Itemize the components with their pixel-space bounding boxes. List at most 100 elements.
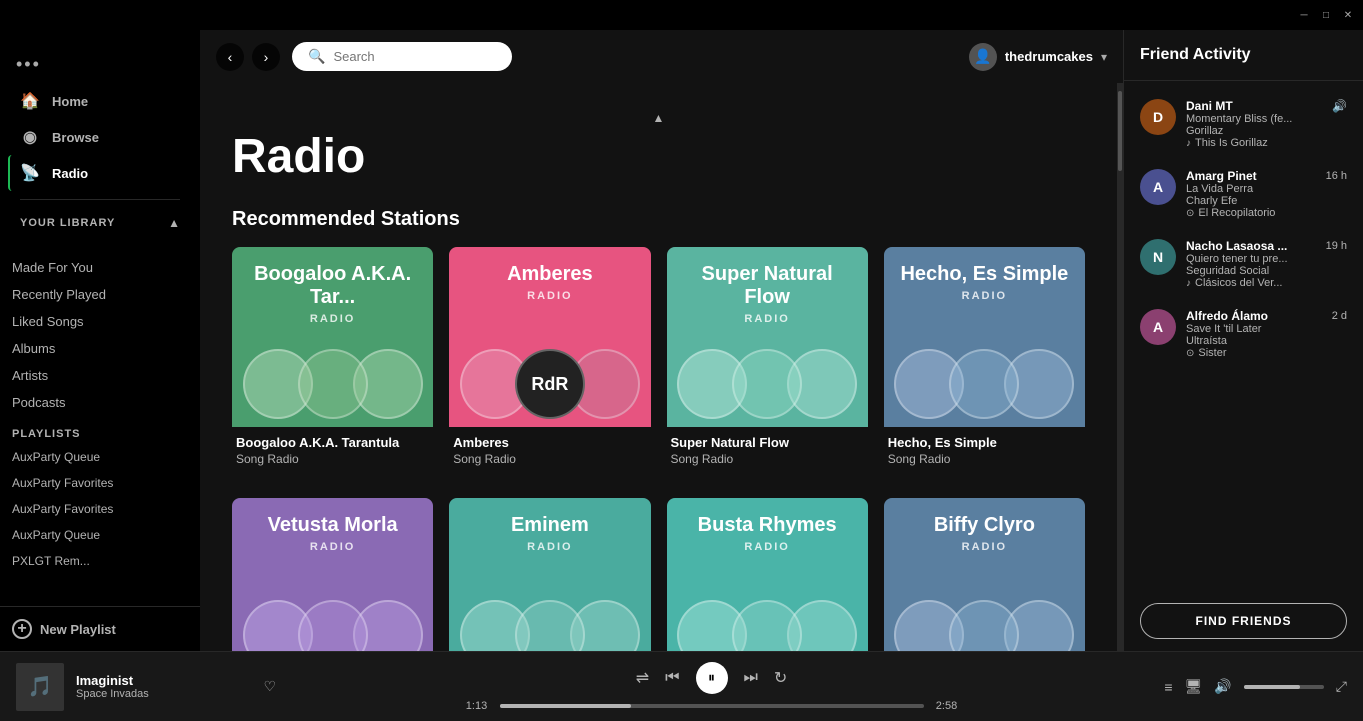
friend-playlist-text-0: This Is Gorillaz bbox=[1195, 137, 1268, 149]
station-card-7[interactable]: Biffy Clyro RADIO Biffy Clyro Song bbox=[884, 498, 1085, 651]
sidebar-item-liked-songs[interactable]: Liked Songs bbox=[0, 308, 200, 335]
title-bar-controls: ─ □ ✕ bbox=[1297, 8, 1355, 22]
station-art-1: Amberes RADIO RdR bbox=[449, 247, 650, 427]
next-button[interactable]: ⏭ bbox=[744, 669, 758, 687]
friend-song-3: Save It 'til Later bbox=[1186, 323, 1347, 335]
station-info-2: Super Natural Flow Song Radio bbox=[667, 427, 868, 474]
friend-name-1: Amarg Pinet bbox=[1186, 169, 1257, 183]
friend-info-1: Amarg Pinet 16 h La Vida Perra Charly Ef… bbox=[1186, 169, 1347, 219]
scroll-thumb bbox=[1118, 91, 1122, 171]
close-button[interactable]: ✕ bbox=[1341, 8, 1355, 22]
pause-button[interactable]: ⏸ bbox=[696, 662, 728, 694]
sidebar-item-podcasts[interactable]: Podcasts bbox=[0, 389, 200, 416]
friend-time-3: 2 d bbox=[1332, 310, 1347, 322]
main-content: ‹ › 🔍 👤 thedrumcakes ▾ ▲ Radio Recommend… bbox=[200, 30, 1123, 651]
playlist-item-3[interactable]: AuxParty Queue bbox=[0, 522, 200, 548]
friend-info-0: Dani MT 🔊 Momentary Bliss (fe... Gorilla… bbox=[1186, 99, 1347, 149]
nav-home[interactable]: 🏠 Home bbox=[8, 83, 192, 119]
friend-info-2: Nacho Lasaosa ... 19 h Quiero tener tu p… bbox=[1186, 239, 1347, 289]
station-art-2: Super Natural Flow RADIO bbox=[667, 247, 868, 427]
playlist-item-2[interactable]: AuxParty Favorites bbox=[0, 496, 200, 522]
username-label: thedrumcakes bbox=[1005, 49, 1093, 64]
volume-bar[interactable] bbox=[1244, 685, 1324, 689]
sidebar-item-artists[interactable]: Artists bbox=[0, 362, 200, 389]
stations-grid-2: Vetusta Morla RADIO Vetusta Morla bbox=[232, 498, 1085, 651]
queue-button[interactable]: ≡ bbox=[1164, 679, 1172, 695]
friend-panel-title: Friend Activity bbox=[1140, 46, 1251, 64]
sidebar: ••• 🏠 Home ◉ Browse 📡 Radio YOUR LIBRARY… bbox=[0, 30, 200, 651]
station-card-0[interactable]: Boogaloo A.K.A. Tar... RADIO Boogaloo A.… bbox=[232, 247, 433, 474]
friend-playlist-2: ♪ Clásicos del Ver... bbox=[1186, 277, 1347, 289]
friend-name-2: Nacho Lasaosa ... bbox=[1186, 239, 1287, 253]
find-friends-button[interactable]: FIND FRIENDS bbox=[1140, 603, 1347, 639]
friend-artist-1: Charly Efe bbox=[1186, 195, 1347, 207]
friend-artist-3: Ultraísta bbox=[1186, 335, 1347, 347]
nav-browse[interactable]: ◉ Browse bbox=[8, 119, 192, 155]
shuffle-button[interactable]: ⇌ bbox=[636, 668, 649, 688]
station-name-6: Busta Rhymes bbox=[698, 514, 837, 537]
user-dropdown-icon[interactable]: ▾ bbox=[1101, 50, 1107, 64]
player-album-art: 🎵 bbox=[16, 663, 64, 711]
station-radio-label-6: RADIO bbox=[698, 541, 837, 553]
station-art-3: Hecho, Es Simple RADIO bbox=[884, 247, 1085, 427]
friend-item-3[interactable]: A Alfredo Álamo 2 d Save It 'til Later U… bbox=[1124, 299, 1363, 369]
player-song-info: Imaginist Space Invadas bbox=[76, 673, 251, 700]
station-name-0: Boogaloo A.K.A. Tar... bbox=[248, 263, 417, 309]
heart-button[interactable]: ♡ bbox=[263, 678, 276, 695]
station-card-2[interactable]: Super Natural Flow RADIO Super Natural F… bbox=[667, 247, 868, 474]
station-card-3[interactable]: Hecho, Es Simple RADIO Hecho, Es Simple bbox=[884, 247, 1085, 474]
forward-button[interactable]: › bbox=[252, 43, 280, 71]
minimize-button[interactable]: ─ bbox=[1297, 8, 1311, 22]
fullscreen-button[interactable]: ⤢ bbox=[1336, 678, 1347, 695]
friend-avatar-2: N bbox=[1140, 239, 1176, 275]
search-bar[interactable]: 🔍 bbox=[292, 42, 512, 71]
progress-row: 1:13 2:58 bbox=[462, 700, 962, 712]
previous-button[interactable]: ⏮ bbox=[665, 669, 679, 687]
friend-item-2[interactable]: N Nacho Lasaosa ... 19 h Quiero tener tu… bbox=[1124, 229, 1363, 299]
nav-browse-label: Browse bbox=[52, 130, 99, 145]
player-right: ≡ 🖥 🔊 ⤢ bbox=[1147, 678, 1347, 695]
user-avatar: 👤 bbox=[969, 43, 997, 71]
playlist-item-1[interactable]: AuxParty Favorites bbox=[0, 470, 200, 496]
station-subtitle-2: Song Radio bbox=[671, 452, 864, 466]
sidebar-item-made-for-you[interactable]: Made For You bbox=[0, 254, 200, 281]
friend-name-0: Dani MT bbox=[1186, 99, 1233, 113]
volume-icon[interactable]: 🔊 bbox=[1214, 678, 1231, 695]
friend-item-1[interactable]: A Amarg Pinet 16 h La Vida Perra Charly … bbox=[1124, 159, 1363, 229]
library-arrow-icon[interactable]: ▲ bbox=[168, 216, 180, 230]
playlist-item-4[interactable]: PXLGT Rem... bbox=[0, 548, 200, 574]
user-area[interactable]: 👤 thedrumcakes ▾ bbox=[969, 43, 1107, 71]
station-name-7: Biffy Clyro bbox=[934, 514, 1035, 537]
nav-radio[interactable]: 📡 Radio bbox=[8, 155, 192, 191]
search-input[interactable] bbox=[333, 49, 483, 64]
station-radio-label-1: RADIO bbox=[507, 290, 593, 302]
friend-item-0[interactable]: D Dani MT 🔊 Momentary Bliss (fe... Goril… bbox=[1124, 89, 1363, 159]
friend-song-1: La Vida Perra bbox=[1186, 183, 1347, 195]
maximize-button[interactable]: □ bbox=[1319, 8, 1333, 22]
new-playlist-button[interactable]: + New Playlist bbox=[12, 619, 188, 639]
playlist-item-0[interactable]: AuxParty Queue bbox=[0, 444, 200, 470]
sidebar-item-albums[interactable]: Albums bbox=[0, 335, 200, 362]
friend-time-2: 19 h bbox=[1326, 240, 1347, 252]
three-dots-menu[interactable]: ••• bbox=[8, 46, 192, 83]
scroll-up-button[interactable]: ▲ bbox=[232, 107, 1085, 129]
station-title-2: Super Natural Flow bbox=[671, 435, 864, 450]
progress-bar[interactable] bbox=[500, 704, 924, 708]
stations-grid-1: Boogaloo A.K.A. Tar... RADIO Boogaloo A.… bbox=[232, 247, 1085, 474]
friend-panel: Friend Activity D Dani MT 🔊 Momentary Bl… bbox=[1123, 30, 1363, 651]
friend-avatar-0: D bbox=[1140, 99, 1176, 135]
now-playing-icon-0: 🔊 bbox=[1332, 99, 1347, 113]
friend-name-3: Alfredo Álamo bbox=[1186, 309, 1268, 323]
station-card-1[interactable]: Amberes RADIO RdR Amberes Song Radi bbox=[449, 247, 650, 474]
repeat-button[interactable]: ↻ bbox=[774, 668, 787, 688]
sidebar-item-recently-played[interactable]: Recently Played bbox=[0, 281, 200, 308]
total-time: 2:58 bbox=[932, 700, 962, 712]
devices-button[interactable]: 🖥 bbox=[1185, 678, 1203, 695]
back-button[interactable]: ‹ bbox=[216, 43, 244, 71]
nav-arrows: ‹ › bbox=[216, 43, 280, 71]
friend-avatar-3: A bbox=[1140, 309, 1176, 345]
station-card-6[interactable]: Busta Rhymes RADIO Busta Rhymes So bbox=[667, 498, 868, 651]
station-card-5[interactable]: Eminem RADIO Eminem Song Radio bbox=[449, 498, 650, 651]
station-art-4: Vetusta Morla RADIO bbox=[232, 498, 433, 651]
station-card-4[interactable]: Vetusta Morla RADIO Vetusta Morla bbox=[232, 498, 433, 651]
